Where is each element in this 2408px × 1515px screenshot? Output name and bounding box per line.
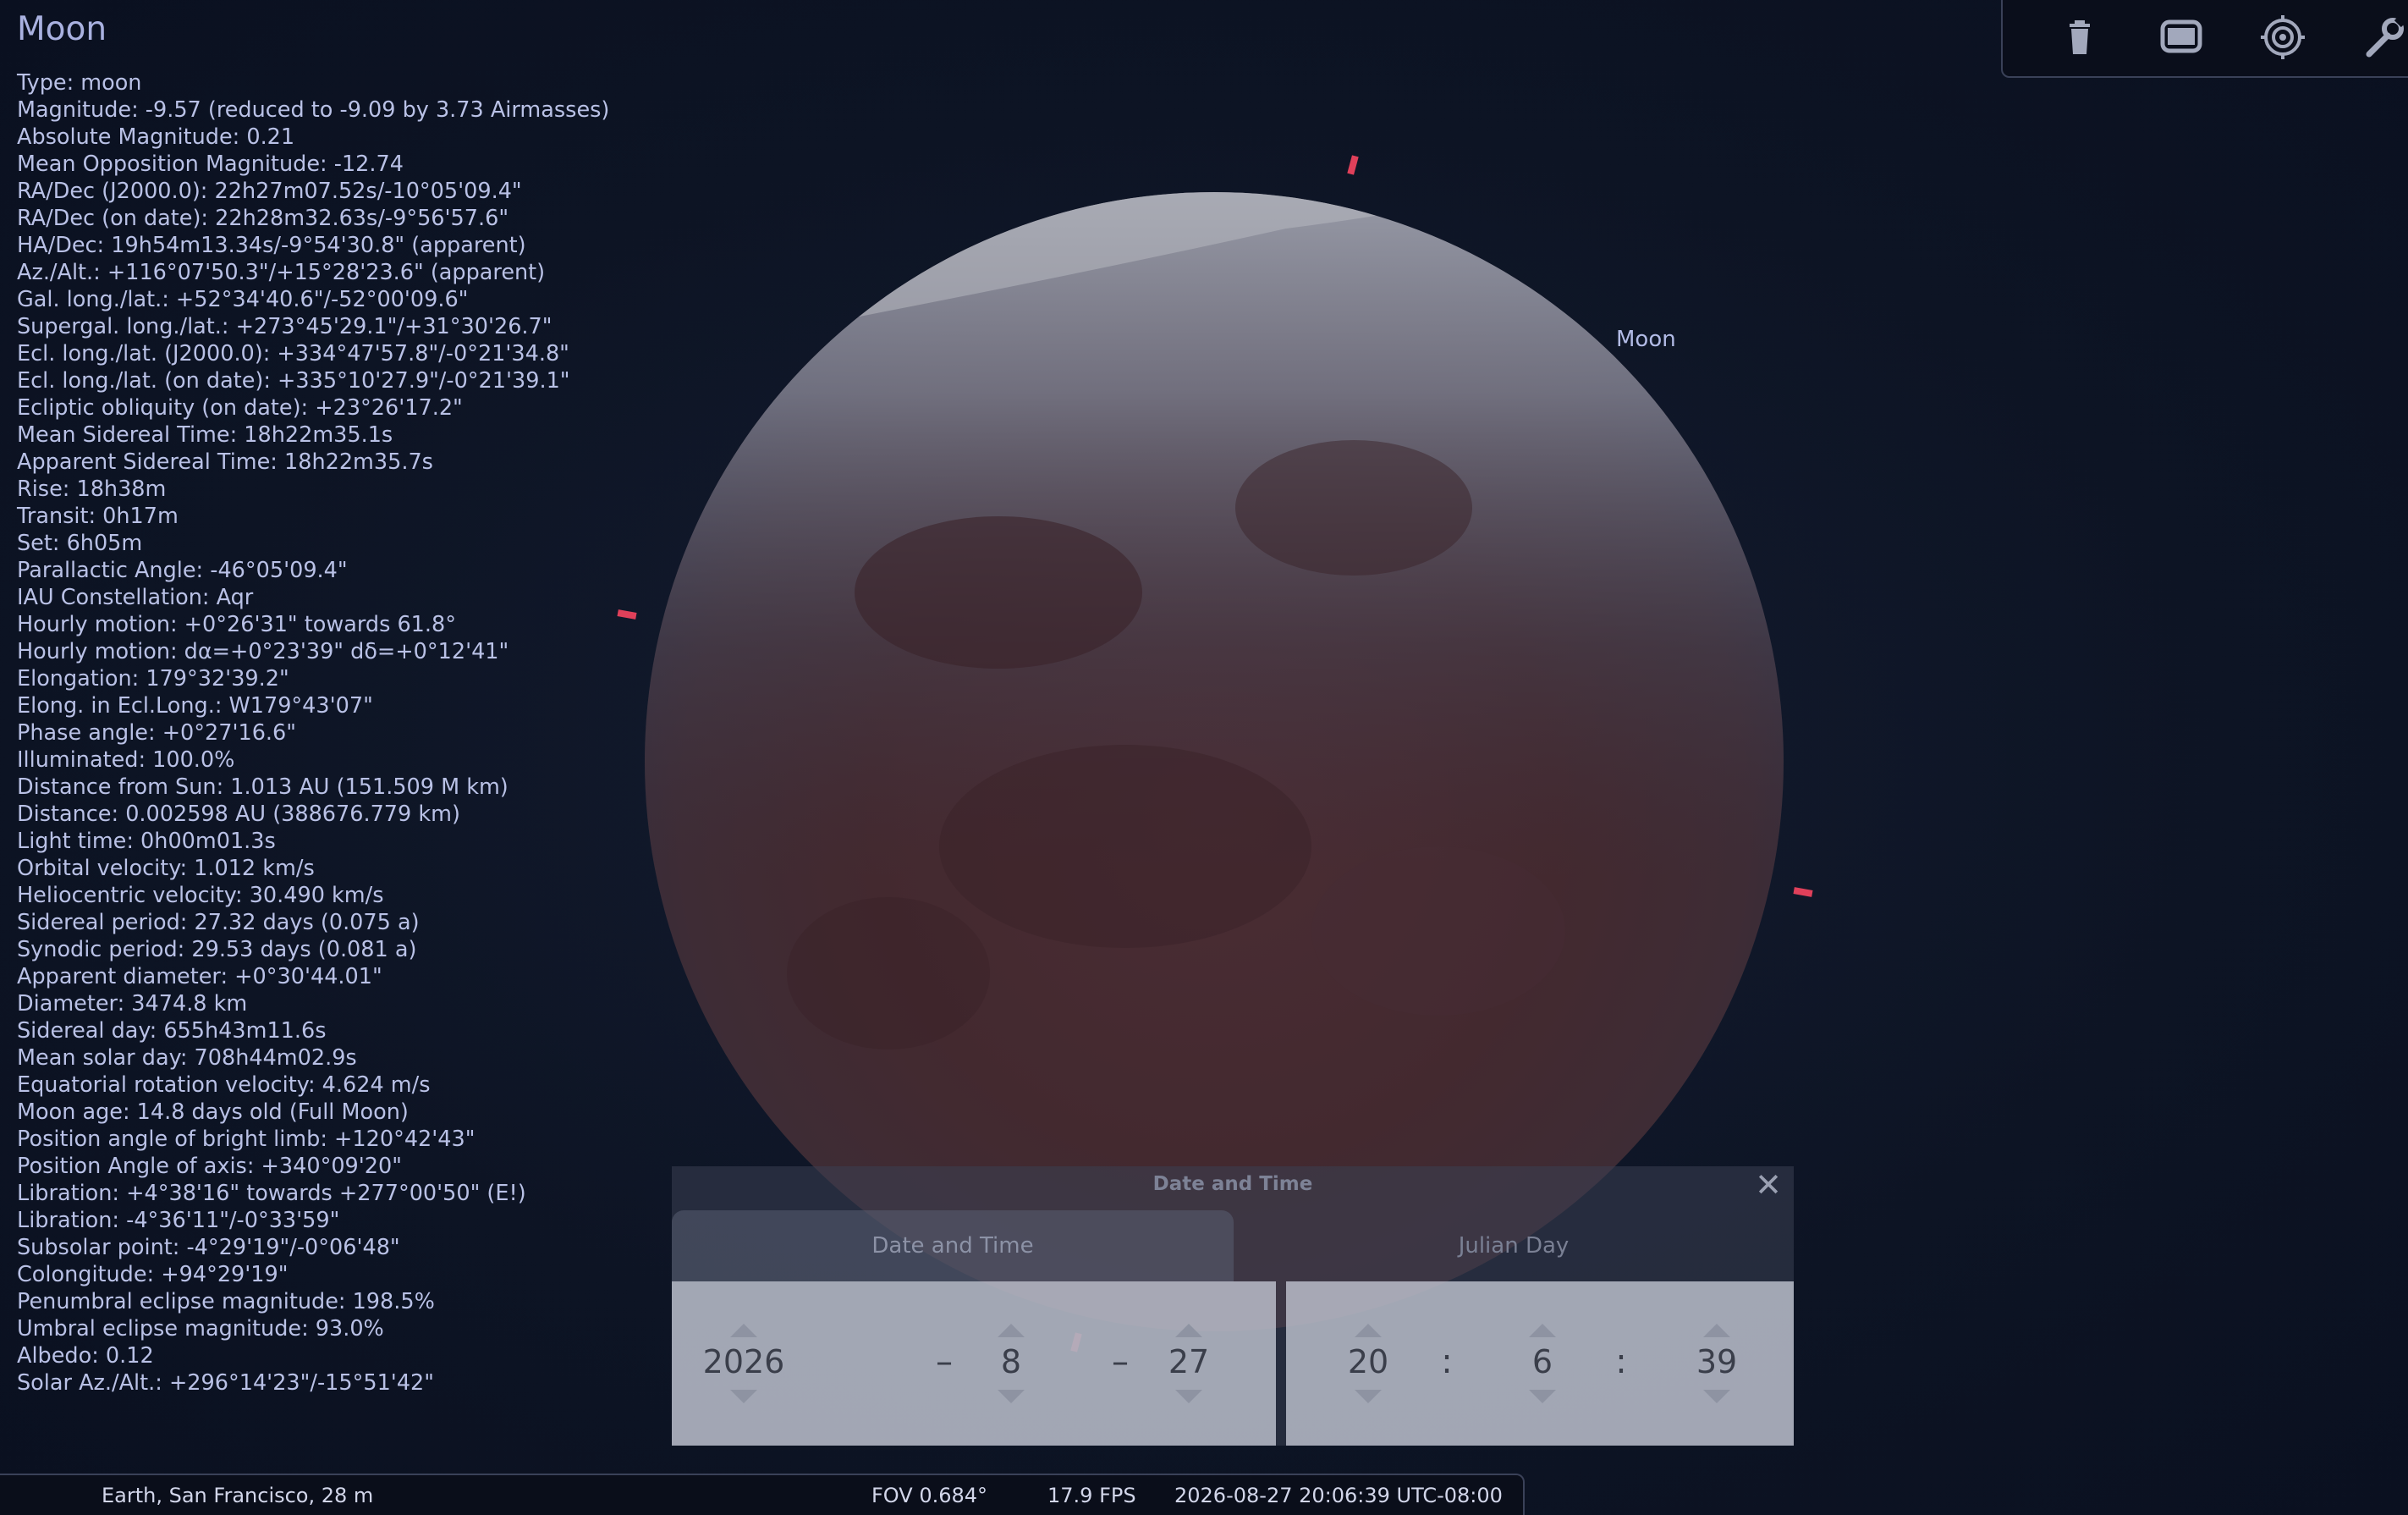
info-line: Apparent diameter: +0°30'44.01" (17, 964, 382, 989)
close-icon[interactable]: ✕ (1751, 1168, 1785, 1202)
hour-down-arrow[interactable] (1355, 1390, 1382, 1403)
info-line: Type: moon (17, 70, 142, 96)
year-down-arrow[interactable] (730, 1390, 757, 1403)
date-spinner-panel: 2026 – 8 – 27 (672, 1281, 1276, 1446)
info-line: Solar Az./Alt.: +296°14'23"/-15°51'42" (17, 1370, 434, 1396)
info-line: HA/Dec: 19h54m13.34s/-9°54'30.8" (appare… (17, 233, 526, 258)
object-name: Moon (17, 10, 107, 48)
year-up-arrow[interactable] (730, 1324, 757, 1337)
info-line: Diameter: 3474.8 km (17, 991, 248, 1016)
hour-value[interactable]: 20 (1313, 1341, 1423, 1383)
tab-date-and-time[interactable]: Date and Time (672, 1210, 1234, 1281)
top-toolbar (2001, 0, 2408, 78)
hour-up-arrow[interactable] (1355, 1324, 1382, 1337)
info-line: RA/Dec (on date): 22h28m32.63s/-9°56'57.… (17, 206, 509, 231)
month-up-arrow[interactable] (998, 1324, 1025, 1337)
info-line: Sidereal day: 655h43m11.6s (17, 1018, 327, 1044)
second-down-arrow[interactable] (1703, 1390, 1730, 1403)
info-line: Apparent Sidereal Time: 18h22m35.7s (17, 449, 433, 475)
minute-down-arrow[interactable] (1529, 1390, 1556, 1403)
info-line: IAU Constellation: Aqr (17, 585, 254, 610)
minute-value[interactable]: 6 (1487, 1341, 1597, 1383)
info-line: Distance: 0.002598 AU (388676.779 km) (17, 802, 460, 827)
fps-status: 17.9 FPS (1047, 1484, 1136, 1507)
info-line: Position Angle of axis: +340°09'20" (17, 1154, 402, 1179)
info-line: Synodic period: 29.53 days (0.081 a) (17, 937, 417, 962)
info-line: Mean Opposition Magnitude: -12.74 (17, 152, 404, 177)
dialog-title: Date and Time (1152, 1173, 1313, 1195)
info-line: Illuminated: 100.0% (17, 747, 235, 773)
day-down-arrow[interactable] (1175, 1390, 1202, 1403)
second-spinner[interactable]: 39 (1662, 1281, 1772, 1446)
info-line: Phase angle: +0°27'16.6" (17, 720, 296, 746)
info-line: Magnitude: -9.57 (reduced to -9.09 by 3.… (17, 97, 610, 123)
info-line: Light time: 0h00m01.3s (17, 829, 276, 854)
info-line: Set: 6h05m (17, 531, 143, 556)
info-line: Ecliptic obliquity (on date): +23°26'17.… (17, 395, 463, 421)
date-time-dialog: Date and Time ✕ Date and Time Julian Day… (672, 1166, 1794, 1446)
info-line: Transit: 0h17m (17, 504, 179, 529)
info-line: Equatorial rotation velocity: 4.624 m/s (17, 1072, 431, 1098)
info-line: Albedo: 0.12 (17, 1343, 154, 1369)
info-line: Libration: +4°38'16" towards +277°00'50"… (17, 1181, 526, 1206)
info-line: Ecl. long./lat. (on date): +335°10'27.9"… (17, 368, 570, 394)
info-line: Subsolar point: -4°29'19"/-0°06'48" (17, 1235, 400, 1260)
moon-disc[interactable] (643, 144, 1785, 1337)
date-separator: – (1112, 1342, 1129, 1381)
info-line: Ecl. long./lat. (J2000.0): +334°47'57.8"… (17, 341, 569, 366)
info-line: Az./Alt.: +116°07'50.3"/+15°28'23.6" (ap… (17, 260, 546, 285)
info-line: Gal. long./lat.: +52°34'40.6"/-52°00'09.… (17, 287, 469, 312)
month-spinner[interactable]: 8 (956, 1281, 1066, 1446)
info-line: Orbital velocity: 1.012 km/s (17, 856, 315, 881)
info-line: Hourly motion: +0°26'31" towards 61.8° (17, 612, 456, 637)
screen-icon[interactable] (2158, 14, 2205, 61)
hour-spinner[interactable]: 20 (1313, 1281, 1423, 1446)
info-line: Absolute Magnitude: 0.21 (17, 124, 295, 150)
info-line: Heliocentric velocity: 30.490 km/s (17, 883, 384, 908)
info-line: Distance from Sun: 1.013 AU (151.509 M k… (17, 774, 509, 800)
status-bar: Earth, San Francisco, 28 m FOV 0.684° 17… (0, 1474, 1525, 1515)
minute-up-arrow[interactable] (1529, 1324, 1556, 1337)
info-line: RA/Dec (J2000.0): 22h27m07.52s/-10°05'09… (17, 179, 522, 204)
month-value[interactable]: 8 (956, 1341, 1066, 1383)
day-value[interactable]: 27 (1134, 1341, 1244, 1383)
info-line: Penumbral eclipse magnitude: 198.5% (17, 1289, 435, 1314)
info-line: Sidereal period: 27.32 days (0.075 a) (17, 910, 420, 935)
month-down-arrow[interactable] (998, 1390, 1025, 1403)
info-line: Elongation: 179°32'39.2" (17, 666, 289, 691)
object-info-panel: Type: moon Magnitude: -9.57 (reduced to -… (17, 69, 609, 1397)
info-line: Umbral eclipse magnitude: 93.0% (17, 1316, 384, 1341)
info-line: Supergal. long./lat.: +273°45'29.1"/+31°… (17, 314, 553, 339)
time-separator: : (1441, 1342, 1453, 1381)
second-up-arrow[interactable] (1703, 1324, 1730, 1337)
location-status[interactable]: Earth, San Francisco, 28 m (102, 1484, 373, 1507)
day-spinner[interactable]: 27 (1134, 1281, 1244, 1446)
info-line: Rise: 18h38m (17, 477, 167, 502)
year-value[interactable]: 2026 (689, 1341, 799, 1383)
info-line: Parallactic Angle: -46°05'09.4" (17, 558, 348, 583)
moon-sky-label[interactable]: Moon (1616, 327, 1676, 352)
tab-julian-day[interactable]: Julian Day (1234, 1210, 1794, 1281)
info-line: Colongitude: +94°29'19" (17, 1262, 289, 1287)
wrench-icon[interactable] (2361, 14, 2408, 61)
year-spinner[interactable]: 2026 (689, 1281, 799, 1446)
second-value[interactable]: 39 (1662, 1341, 1772, 1383)
info-line: Mean solar day: 708h44m02.9s (17, 1045, 357, 1071)
info-line: Position angle of bright limb: +120°42'4… (17, 1127, 476, 1152)
info-line: Mean Sidereal Time: 18h22m35.1s (17, 422, 393, 448)
time-separator: : (1615, 1342, 1627, 1381)
datetime-status[interactable]: 2026-08-27 20:06:39 UTC-08:00 (1174, 1484, 1503, 1507)
info-line: Hourly motion: dα=+0°23'39" dδ=+0°12'41" (17, 639, 509, 664)
fov-status[interactable]: FOV 0.684° (871, 1484, 987, 1507)
trash-can-icon[interactable] (2056, 14, 2103, 61)
info-line: Elong. in Ecl.Long.: W179°43'07" (17, 693, 373, 719)
day-up-arrow[interactable] (1175, 1324, 1202, 1337)
info-line: Libration: -4°36'11"/-0°33'59" (17, 1208, 340, 1233)
minute-spinner[interactable]: 6 (1487, 1281, 1597, 1446)
info-line: Moon age: 14.8 days old (Full Moon) (17, 1099, 409, 1125)
time-spinner-panel: 20 : 6 : 39 (1286, 1281, 1794, 1446)
target-icon[interactable] (2259, 14, 2306, 61)
